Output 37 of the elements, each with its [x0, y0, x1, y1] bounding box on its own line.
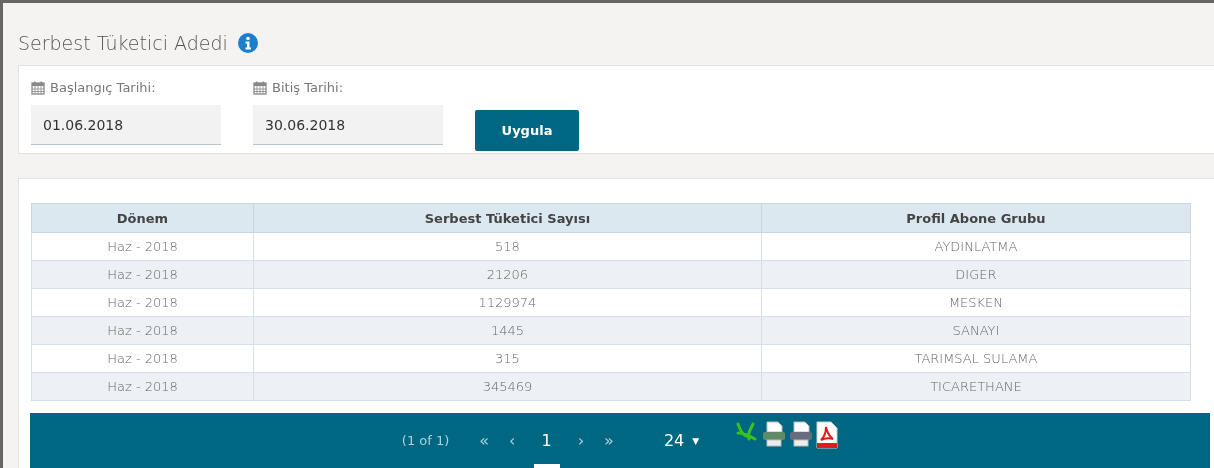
table-cell: AYDINLATMA	[761, 232, 1191, 261]
table-cell: MESKEN	[761, 288, 1191, 317]
first-page-button[interactable]: «	[469, 431, 500, 450]
table-cell: 1129974	[253, 288, 762, 317]
table-cell: DIGER	[761, 260, 1191, 289]
page-summary: (1 of 1)	[401, 433, 450, 448]
table-cell: Haz - 2018	[31, 372, 254, 401]
date-field[interactable]: 01.06.2018	[31, 105, 221, 145]
table-cell: Haz - 2018	[31, 232, 254, 261]
field-label: Bitiş Tarihi:	[272, 80, 344, 95]
table-cell: TARIMSAL SULAMA	[761, 344, 1191, 373]
date-field[interactable]: 30.06.2018	[253, 105, 443, 145]
column-header[interactable]: Serbest Tüketici Sayısı	[253, 203, 762, 233]
table-cell: Haz - 2018	[31, 344, 254, 373]
table-cell: 315	[253, 344, 762, 373]
previous-page-button[interactable]: ‹	[499, 431, 526, 450]
info-icon[interactable]	[237, 33, 258, 53]
next-page-button[interactable]: ›	[567, 431, 595, 450]
apply-button[interactable]: Uygula	[475, 110, 579, 151]
table-cell: SANAYI	[761, 316, 1191, 345]
table-cell: Haz - 2018	[31, 316, 254, 345]
calendar-icon	[31, 80, 45, 95]
table-cell: Haz - 2018	[31, 260, 254, 289]
page-size-dropdown[interactable]: 24 ▼	[653, 431, 710, 450]
table-cell: TICARETHANE	[761, 372, 1191, 401]
column-header[interactable]: Dönem	[31, 203, 254, 233]
last-page-button[interactable]: »	[594, 431, 624, 450]
table-cell: 345469	[253, 372, 762, 401]
table-cell: Haz - 2018	[31, 288, 254, 317]
page-title: Serbest Tüketici Adedi	[18, 32, 228, 54]
table-cell: 1445	[253, 316, 762, 345]
table-cell: 518	[253, 232, 762, 261]
pdf-export-icon[interactable]	[816, 421, 839, 449]
field-label: Başlangıç Tarihi:	[50, 80, 156, 95]
table-cell: 21206	[253, 260, 762, 289]
calendar-icon	[253, 80, 267, 95]
column-header[interactable]: Profil Abone Grubu	[761, 203, 1191, 233]
